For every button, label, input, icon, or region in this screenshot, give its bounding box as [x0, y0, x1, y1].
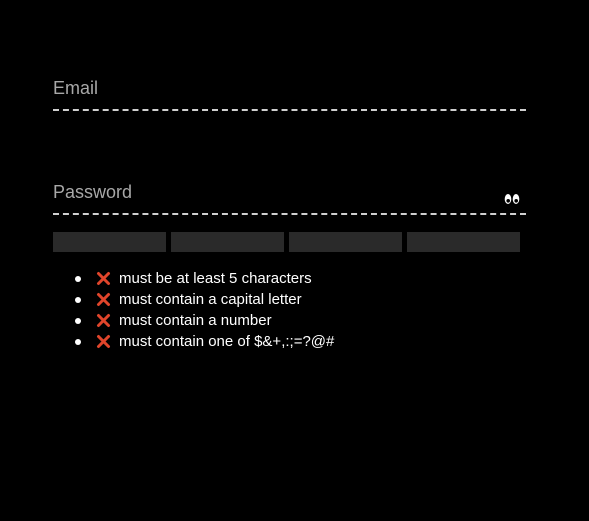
password-requirements-list: must be at least 5 characters must conta… [53, 268, 334, 352]
bullet [75, 339, 81, 345]
password-underline [53, 213, 526, 215]
bullet [75, 318, 81, 324]
bullet [75, 297, 81, 303]
show-password-toggle[interactable] [504, 192, 520, 206]
cross-icon [97, 335, 110, 348]
list-item: must be at least 5 characters [53, 268, 334, 289]
list-item: must contain a number [53, 310, 334, 331]
requirement-text: must contain one of $&+,:;=?@# [119, 333, 335, 350]
password-field[interactable] [53, 180, 526, 212]
password-field-group: Password [53, 180, 526, 216]
requirement-text: must be at least 5 characters [119, 270, 312, 287]
strength-segment-3 [289, 232, 402, 252]
cross-icon [97, 272, 110, 285]
email-field[interactable] [53, 76, 526, 108]
requirement-text: must contain a number [119, 312, 272, 329]
email-underline [53, 109, 526, 111]
list-item: must contain one of $&+,:;=?@# [53, 331, 334, 352]
cross-icon [97, 293, 110, 306]
eyes-icon [504, 194, 520, 204]
strength-segment-4 [407, 232, 520, 252]
list-item: must contain a capital letter [53, 289, 334, 310]
strength-segment-2 [171, 232, 284, 252]
email-field-group: Email [53, 76, 526, 112]
bullet [75, 276, 81, 282]
cross-icon [97, 314, 110, 327]
strength-segment-1 [53, 232, 166, 252]
requirement-text: must contain a capital letter [119, 291, 302, 308]
password-strength-meter [53, 232, 520, 252]
